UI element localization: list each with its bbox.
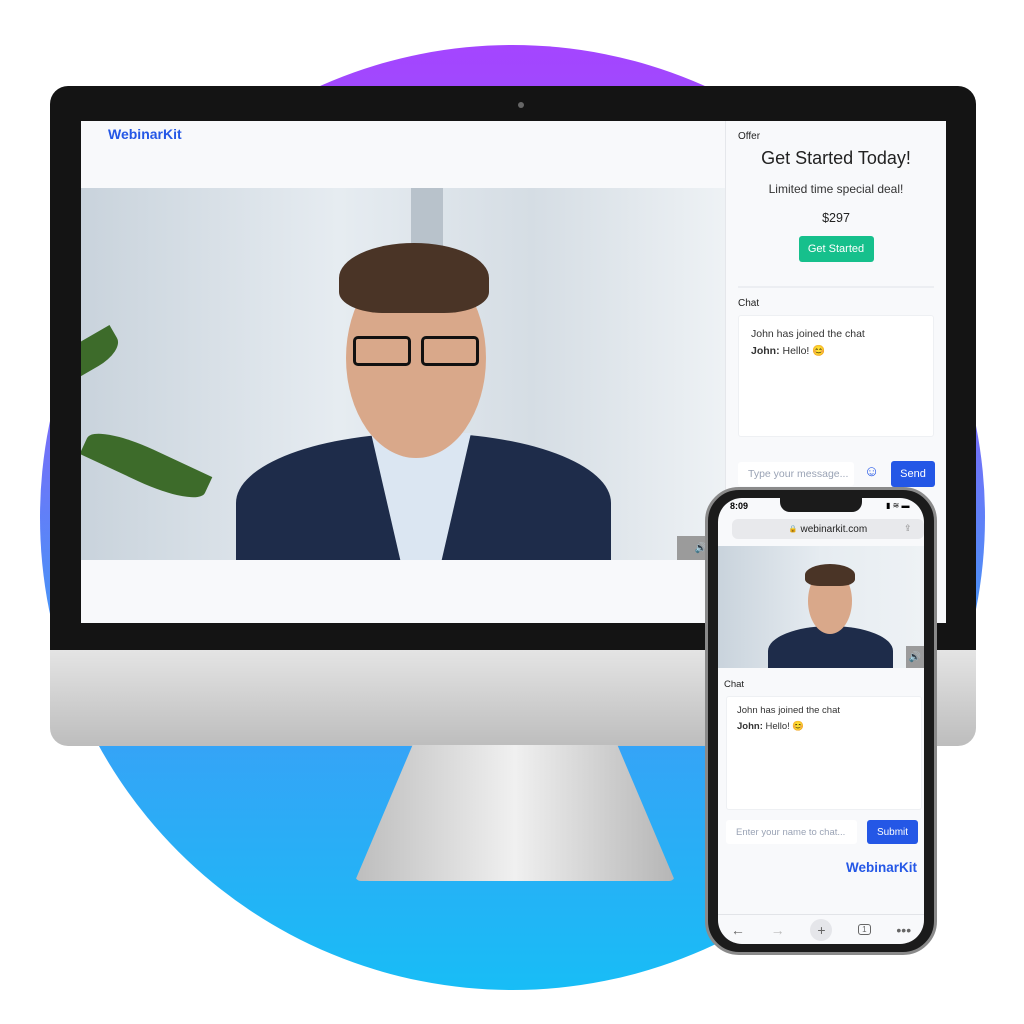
- signal-wifi-battery-icon: ▮ ≋ ▬: [886, 501, 910, 510]
- webinar-video[interactable]: 🔊: [81, 188, 725, 560]
- chat-messages: John has joined the chat John: Hello! 😊: [738, 315, 934, 437]
- offer-subtitle: Limited time special deal!: [768, 182, 904, 196]
- smiley-icon[interactable]: ☺: [864, 463, 879, 480]
- more-icon[interactable]: •••: [896, 922, 911, 938]
- logo[interactable]: WebinarKit: [108, 126, 182, 142]
- chat-message-input[interactable]: Type your message...: [738, 462, 854, 486]
- phone-screen: 8:09 ▮ ≋ ▬ 🔒 webinarkit.com ⇪ 🔊 Chat John…: [718, 498, 924, 944]
- speaker-icon[interactable]: 🔊: [906, 646, 924, 668]
- chat-message: John: Hello! 😊: [751, 343, 921, 360]
- share-icon[interactable]: ⇪: [904, 523, 912, 534]
- chat-author: John:: [737, 721, 763, 732]
- lock-icon: 🔒: [788, 526, 798, 533]
- status-time: 8:09: [730, 501, 749, 511]
- submit-button[interactable]: Submit: [867, 820, 918, 844]
- logo[interactable]: WebinarKit: [846, 860, 917, 875]
- url-bar[interactable]: 🔒 webinarkit.com: [732, 519, 924, 539]
- phone-notch: [780, 498, 862, 512]
- glasses: [421, 336, 479, 366]
- presenter-hair: [339, 243, 489, 313]
- get-started-button[interactable]: Get Started: [798, 236, 874, 262]
- url-text: webinarkit.com: [800, 523, 868, 535]
- offer-title: Get Started Today!: [761, 148, 911, 168]
- chat-message: John: Hello! 😊: [737, 719, 911, 735]
- chat-label: Chat: [738, 298, 760, 309]
- back-icon[interactable]: ←: [731, 922, 745, 938]
- chat-message: John has joined the chat: [751, 328, 865, 340]
- plant: [81, 325, 125, 381]
- name-input[interactable]: Enter your name to chat...: [726, 820, 857, 844]
- new-tab-icon[interactable]: +: [810, 918, 833, 941]
- chat-text: Hello! 😊: [782, 345, 826, 357]
- chat-label: Chat: [724, 679, 745, 690]
- chat-message: John has joined the chat: [737, 705, 840, 716]
- glasses: [353, 336, 411, 366]
- presenter-hair: [805, 564, 855, 586]
- plant-leaf: [81, 422, 213, 509]
- chat-text: Hello! 😊: [765, 721, 805, 732]
- webinar-video[interactable]: 🔊: [718, 546, 924, 668]
- chat-author: John:: [751, 345, 780, 357]
- camera-icon: [518, 102, 524, 108]
- browser-toolbar: ← → + 1 •••: [718, 914, 924, 944]
- divider: [738, 286, 934, 288]
- offer-label: Offer: [738, 131, 761, 142]
- tabs-button[interactable]: 1: [858, 924, 871, 935]
- send-button[interactable]: Send: [891, 461, 935, 487]
- chat-messages: John has joined the chat John: Hello! 😊: [726, 696, 922, 810]
- offer-price: $297: [822, 211, 850, 225]
- forward-icon[interactable]: →: [771, 922, 785, 938]
